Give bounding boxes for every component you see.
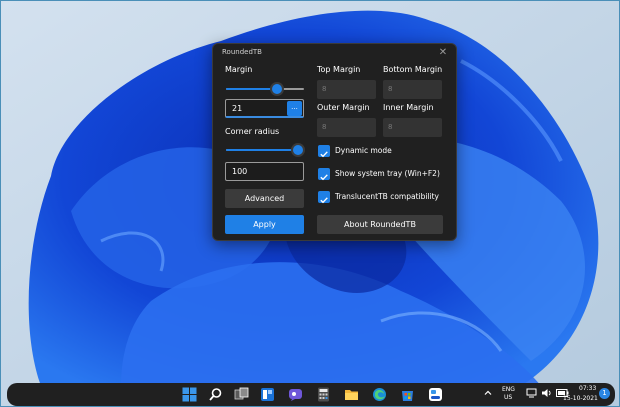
calculator-icon[interactable] [316, 387, 331, 402]
about-button[interactable]: About RoundedTB [317, 215, 443, 234]
titlebar[interactable]: RoundedTB ✕ [213, 44, 456, 62]
clock-date[interactable]: 15-10-2021 [563, 395, 598, 402]
notification-badge[interactable]: 1 [599, 388, 610, 399]
margin-label: Margin [225, 65, 253, 74]
store-icon[interactable] [400, 387, 415, 402]
top-margin-input: 8 [317, 80, 376, 99]
corner-radius-slider[interactable] [226, 145, 304, 155]
inner-margin-label: Inner Margin [383, 103, 434, 112]
bottom-margin-input: 8 [383, 80, 442, 99]
bottom-margin-value: 8 [388, 85, 393, 93]
corner-radius-slider-thumb[interactable] [292, 145, 303, 155]
checkmark-icon [320, 151, 328, 158]
close-button[interactable]: ✕ [436, 46, 450, 60]
bottom-margin-label: Bottom Margin [383, 65, 443, 74]
checkmark-icon [320, 197, 328, 204]
margin-value: 21 [232, 104, 243, 113]
search-icon[interactable] [208, 387, 223, 402]
translucenttb-checkbox[interactable] [318, 191, 330, 204]
system-tray-checkbox[interactable] [318, 168, 330, 181]
language-indicator-bottom[interactable]: US [504, 394, 512, 401]
top-margin-label: Top Margin [317, 65, 361, 74]
corner-radius-value: 100 [232, 167, 248, 176]
system-tray-label: Show system tray (Win+F2) [335, 169, 440, 178]
outer-margin-input: 8 [317, 118, 376, 137]
roundedtb-window: RoundedTB ✕ Margin 21 ... Corner radius … [212, 43, 457, 241]
corner-radius-label: Corner radius [225, 127, 280, 136]
top-margin-value: 8 [322, 85, 327, 93]
margin-slider[interactable] [226, 84, 304, 94]
windows-start-icon[interactable] [182, 387, 197, 402]
chevron-up-icon[interactable] [483, 388, 493, 398]
dynamic-mode-checkbox[interactable] [318, 145, 330, 158]
teams-chat-icon[interactable] [288, 387, 303, 402]
corner-radius-input[interactable]: 100 [225, 162, 304, 181]
dynamic-mode-label: Dynamic mode [335, 146, 392, 155]
corner-radius-slider-fill [226, 149, 298, 151]
advanced-button[interactable]: Advanced [225, 189, 304, 208]
window-title: RoundedTB [222, 48, 262, 56]
outer-margin-label: Outer Margin [317, 103, 370, 112]
task-view-icon[interactable] [234, 387, 249, 402]
inner-margin-value: 8 [388, 123, 393, 131]
network-icon[interactable] [526, 388, 538, 398]
volume-icon[interactable] [541, 388, 553, 398]
clock-time[interactable]: 07:33 [579, 385, 596, 392]
widgets-icon[interactable] [260, 387, 275, 402]
margin-slider-thumb[interactable] [272, 84, 283, 94]
edge-browser-icon[interactable] [372, 387, 387, 402]
desktop: RoundedTB ✕ Margin 21 ... Corner radius … [0, 0, 620, 407]
roundedtb-app-icon[interactable] [428, 387, 443, 402]
margin-slider-fill [226, 88, 278, 90]
file-explorer-icon[interactable] [344, 387, 359, 402]
checkmark-icon [320, 174, 328, 181]
margin-browse-button[interactable]: ... [287, 101, 302, 116]
apply-button[interactable]: Apply [225, 215, 304, 234]
language-indicator-top[interactable]: ENG [502, 386, 515, 393]
outer-margin-value: 8 [322, 123, 327, 131]
taskbar [7, 383, 615, 406]
inner-margin-input: 8 [383, 118, 442, 137]
translucenttb-label: TranslucentTB compatibility [335, 192, 439, 201]
